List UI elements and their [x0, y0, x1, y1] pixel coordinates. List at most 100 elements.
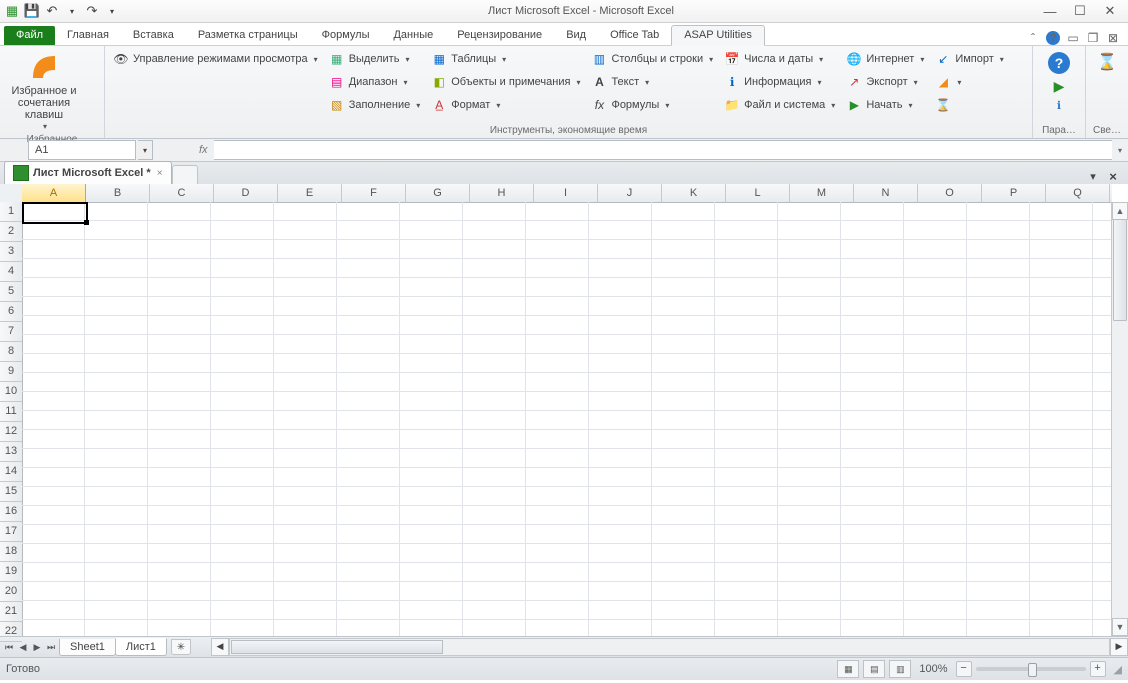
objects-button[interactable]: ◧Объекты и примечания▾	[427, 71, 584, 93]
tab-asap-utilities[interactable]: ASAP Utilities	[671, 25, 765, 46]
document-tab-close-icon[interactable]: ×	[157, 168, 163, 179]
sheet-next-icon[interactable]: ▶	[30, 642, 44, 653]
sheet-first-icon[interactable]: ⏮	[2, 642, 16, 653]
undo-icon[interactable]: ↶	[44, 3, 60, 19]
tab-review[interactable]: Рецензирование	[445, 26, 554, 45]
help-icon[interactable]: ?	[1046, 31, 1060, 45]
info-small-icon[interactable]: ℹ	[1057, 99, 1061, 112]
tab-view[interactable]: Вид	[554, 26, 598, 45]
tab-home[interactable]: Главная	[55, 26, 121, 45]
formula-input[interactable]	[214, 140, 1112, 160]
row-header-13[interactable]: 13	[0, 442, 22, 462]
favorites-button[interactable]: Избранное и сочетания клавиш ▾	[4, 48, 84, 133]
vertical-scrollbar[interactable]: ▲ ▼	[1111, 202, 1128, 636]
scroll-up-icon[interactable]: ▲	[1112, 202, 1128, 220]
row-header-12[interactable]: 12	[0, 422, 22, 442]
minimize-button[interactable]: —	[1042, 3, 1058, 19]
import-button[interactable]: ↙Импорт▾	[931, 48, 1007, 70]
zoom-in-button[interactable]: +	[1090, 661, 1106, 677]
scroll-down-icon[interactable]: ▼	[1112, 618, 1128, 636]
column-header-L[interactable]: L	[726, 184, 790, 202]
row-header-4[interactable]: 4	[0, 262, 22, 282]
view-modes-button[interactable]: 👁Управление режимами просмотра▾	[109, 48, 322, 70]
qat-customize-icon[interactable]: ▾	[104, 3, 120, 19]
window-options-icon[interactable]: ▭	[1066, 31, 1080, 45]
zoom-thumb[interactable]	[1028, 663, 1037, 677]
sheet-tab-list1[interactable]: Лист1	[115, 638, 167, 656]
formula-expand-icon[interactable]: ▾	[1112, 146, 1128, 155]
name-box-dropdown[interactable]: ▾	[138, 140, 153, 160]
internet-button[interactable]: 🌐Интернет▾	[842, 48, 928, 70]
tab-officetab[interactable]: Office Tab	[598, 26, 671, 45]
scroll-right-icon[interactable]: ▶	[1110, 638, 1128, 656]
fill-button[interactable]: ▧Заполнение▾	[325, 94, 425, 116]
numbers-dates-button[interactable]: 📅Числа и даты▾	[720, 48, 839, 70]
close-workbook-icon[interactable]: ⊠	[1106, 31, 1120, 45]
sheet-tab-sheet1[interactable]: Sheet1	[59, 639, 116, 656]
row-header-6[interactable]: 6	[0, 302, 22, 322]
select-all-corner[interactable]	[0, 184, 23, 203]
name-box[interactable]: A1	[28, 140, 136, 160]
hourglass2-icon[interactable]: ⌛	[1097, 52, 1117, 72]
format-button[interactable]: A̲Формат▾	[427, 94, 584, 116]
row-header-1[interactable]: 1	[0, 202, 22, 222]
doc-tabs-dropdown-icon[interactable]: ▾	[1084, 170, 1102, 183]
range-button[interactable]: ▤Диапазон▾	[325, 71, 425, 93]
column-header-G[interactable]: G	[406, 184, 470, 202]
column-header-Q[interactable]: Q	[1046, 184, 1110, 202]
file-system-button[interactable]: 📁Файл и система▾	[720, 94, 839, 116]
play-green-icon[interactable]: ▶	[1054, 78, 1065, 95]
maximize-button[interactable]: ☐	[1072, 3, 1088, 19]
row-header-18[interactable]: 18	[0, 542, 22, 562]
zoom-out-button[interactable]: −	[956, 661, 972, 677]
tab-formulas[interactable]: Формулы	[310, 26, 382, 45]
column-header-P[interactable]: P	[982, 184, 1046, 202]
cols-rows-button[interactable]: ▥Столбцы и строки▾	[587, 48, 717, 70]
asap-small-button[interactable]: ◢▾	[931, 71, 1007, 93]
formulas-button[interactable]: fxФормулы▾	[587, 94, 717, 116]
row-header-14[interactable]: 14	[0, 462, 22, 482]
hscroll-track[interactable]	[229, 638, 1110, 656]
row-header-15[interactable]: 15	[0, 482, 22, 502]
hscroll-thumb[interactable]	[231, 640, 443, 654]
row-header-19[interactable]: 19	[0, 562, 22, 582]
tab-pagelayout[interactable]: Разметка страницы	[186, 26, 310, 45]
minimize-ribbon-icon[interactable]: ˆ	[1026, 31, 1040, 45]
column-header-D[interactable]: D	[214, 184, 278, 202]
export-button[interactable]: ↗Экспорт▾	[842, 71, 928, 93]
sheet-last-icon[interactable]: ⏭	[44, 642, 58, 653]
row-header-21[interactable]: 21	[0, 602, 22, 622]
info-button[interactable]: ℹИнформация▾	[720, 71, 839, 93]
horizontal-scrollbar[interactable]: ◀ ▶	[211, 639, 1128, 655]
column-header-J[interactable]: J	[598, 184, 662, 202]
zoom-percent[interactable]: 100%	[919, 663, 947, 675]
column-header-O[interactable]: O	[918, 184, 982, 202]
fx-label[interactable]: fx	[199, 144, 208, 156]
row-header-5[interactable]: 5	[0, 282, 22, 302]
row-header-2[interactable]: 2	[0, 222, 22, 242]
column-header-E[interactable]: E	[278, 184, 342, 202]
tab-insert[interactable]: Вставка	[121, 26, 186, 45]
resize-grip-icon[interactable]: ◢	[1114, 663, 1122, 676]
row-header-16[interactable]: 16	[0, 502, 22, 522]
help-large-icon[interactable]: ?	[1048, 52, 1070, 74]
column-header-F[interactable]: F	[342, 184, 406, 202]
close-button[interactable]: ✕	[1102, 3, 1118, 19]
tables-button[interactable]: ▦Таблицы▾	[427, 48, 584, 70]
row-header-7[interactable]: 7	[0, 322, 22, 342]
view-page-break-icon[interactable]: ▥	[889, 660, 911, 678]
column-header-B[interactable]: B	[86, 184, 150, 202]
cell-grid[interactable]	[22, 202, 1112, 636]
row-header-22[interactable]: 22	[0, 622, 22, 642]
new-sheet-icon[interactable]: ✳	[171, 639, 191, 655]
column-header-M[interactable]: M	[790, 184, 854, 202]
view-page-layout-icon[interactable]: ▤	[863, 660, 885, 678]
column-header-C[interactable]: C	[150, 184, 214, 202]
select-button[interactable]: ▦Выделить▾	[325, 48, 425, 70]
start-button[interactable]: ▶Начать▾	[842, 94, 928, 116]
sheet-prev-icon[interactable]: ◀	[16, 642, 30, 653]
hourglass-button[interactable]: ⌛	[931, 94, 1007, 116]
view-normal-icon[interactable]: ▦	[837, 660, 859, 678]
zoom-slider[interactable]	[976, 667, 1086, 671]
excel-icon[interactable]: ▦	[4, 3, 20, 19]
